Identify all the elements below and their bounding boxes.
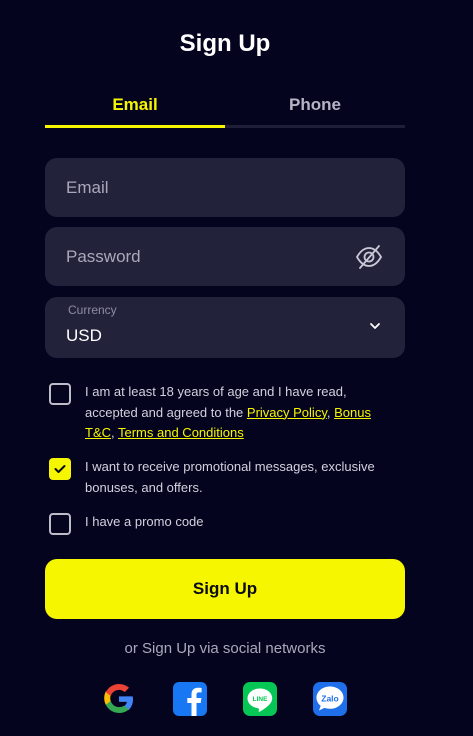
promo-messages-checkbox[interactable]	[49, 458, 71, 480]
promo-messages-row: I want to receive promotional messages, …	[49, 457, 389, 498]
auth-tabs: Email Phone	[45, 94, 405, 128]
eye-off-icon[interactable]	[355, 243, 383, 271]
tab-email[interactable]: Email	[45, 94, 225, 128]
age-consent-row: I am at least 18 years of age and I have…	[49, 382, 389, 444]
separator: ,	[326, 404, 335, 420]
promo-code-checkbox[interactable]	[49, 513, 71, 535]
password-field-container	[45, 227, 405, 286]
currency-value: USD	[66, 326, 102, 345]
currency-select[interactable]: Currency USD	[45, 297, 405, 358]
terms-link[interactable]: Terms and Conditions	[118, 425, 244, 440]
zalo-icon[interactable]: Zalo	[312, 681, 348, 717]
tab-phone[interactable]: Phone	[225, 94, 405, 125]
privacy-policy-link[interactable]: Privacy Policy	[247, 405, 327, 420]
social-caption: or Sign Up via social networks	[124, 640, 326, 657]
line-icon-text: LINE	[253, 696, 268, 703]
age-consent-checkbox[interactable]	[49, 383, 71, 405]
email-field[interactable]	[45, 158, 405, 217]
line-icon[interactable]: LINE	[242, 681, 278, 717]
facebook-icon[interactable]	[172, 681, 208, 717]
password-field[interactable]	[45, 227, 405, 286]
promo-code-row: I have a promo code	[49, 512, 389, 535]
chevron-down-icon[interactable]	[369, 321, 381, 331]
page-title: Sign Up	[179, 30, 271, 57]
age-consent-text: I am at least 18 years of age and I have…	[85, 382, 389, 444]
checkmark-icon	[54, 465, 66, 473]
zalo-icon-text: Zalo	[321, 694, 338, 704]
promo-messages-text: I want to receive promotional messages, …	[85, 459, 375, 495]
separator: ,	[111, 425, 118, 440]
currency-label: Currency	[68, 303, 117, 317]
google-icon[interactable]	[101, 681, 137, 717]
email-field-container	[45, 158, 405, 217]
signup-button[interactable]: Sign Up	[45, 559, 405, 619]
promo-code-text: I have a promo code	[85, 514, 204, 529]
